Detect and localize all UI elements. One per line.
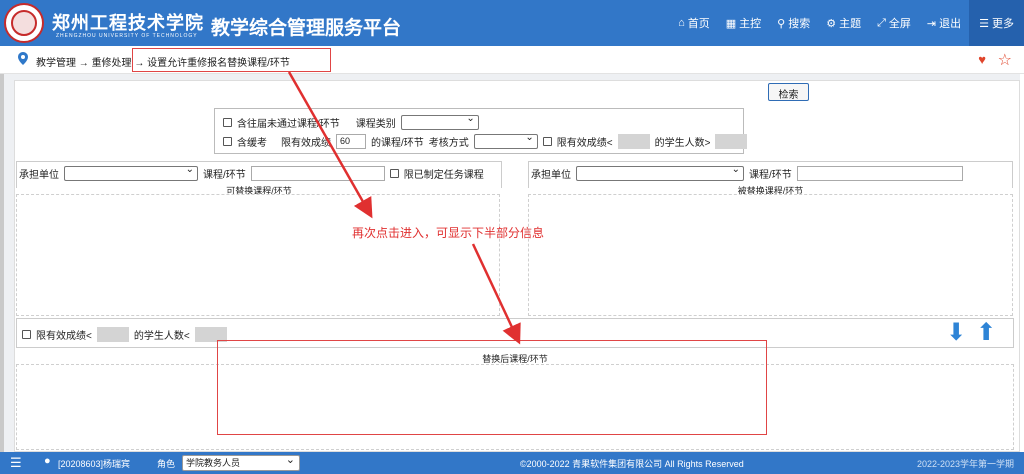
nav-logout[interactable]: ⇥ 退出	[919, 0, 969, 46]
include-deferred-label: 含缓考	[237, 138, 267, 149]
nav-search[interactable]: ⚲ 搜索	[769, 0, 818, 46]
role-label: 角色	[157, 459, 176, 469]
windows-icon: ▦	[725, 17, 737, 30]
task-course-label: 限已制定任务课程	[403, 170, 484, 181]
exam-method-select[interactable]	[473, 132, 538, 149]
left-dept-label: 承担单位	[19, 170, 59, 181]
task-course-checkbox[interactable]	[389, 169, 399, 178]
star-icon[interactable]: ☆	[998, 50, 1012, 70]
student-count-input[interactable]	[715, 134, 748, 149]
middle-student-count-label: 的学生人数<	[133, 331, 190, 342]
course-category-label: 课程类别	[355, 119, 396, 130]
right-course-label: 课程/环节	[749, 170, 792, 181]
valid-score-lt-checkbox[interactable]	[542, 137, 552, 146]
nav-console[interactable]: ▦ 主控	[718, 0, 769, 46]
right-dept-label: 承担单位	[531, 170, 571, 181]
filter-box: 含往届未通过课程/环节 课程类别 含缓考 限有效成绩 60 的课程/环节 考核方…	[214, 108, 748, 154]
breadcrumb-item[interactable]: 教学管理	[36, 58, 76, 69]
breadcrumb-highlight	[132, 48, 331, 72]
arrow-down-icon[interactable]: ⬇	[946, 321, 966, 345]
middle-valid-score-checkbox[interactable]	[22, 330, 31, 339]
heart-icon[interactable]: ♥	[978, 52, 986, 67]
nav-home[interactable]: ⌂ 首页	[670, 0, 718, 46]
list-icon[interactable]: ☰	[10, 455, 22, 471]
arrow-up-icon[interactable]: ⬆	[976, 321, 996, 345]
menu-icon: ☰	[979, 17, 989, 30]
search-icon: ⚲	[777, 17, 786, 30]
replaceable-course-list[interactable]	[16, 194, 500, 316]
footer: ☰ ● [20208603]杨瑞宾 角色 学院教务人员 ©2000-2022 青…	[0, 452, 1024, 474]
course-category-select[interactable]	[400, 113, 479, 130]
nav-more[interactable]: ☰ 更多	[969, 0, 1024, 46]
search-button[interactable]: 检索	[768, 83, 809, 101]
include-past-failed-label: 含往届未通过课程/环节	[237, 119, 340, 130]
role-select[interactable]: 学院教务人员	[182, 453, 300, 471]
copyright: ©2000-2022 青果软件集团有限公司 All Rights Reserve…	[520, 459, 744, 469]
include-past-failed-checkbox[interactable]	[223, 118, 232, 127]
user-icon: ●	[44, 455, 51, 467]
top-nav: ⌂ 首页 ▦ 主控 ⚲ 搜索 ⚙ 主题 ⤢ 全屏 ⇥ 退出 ☰ 更多	[670, 0, 1024, 46]
left-course-input[interactable]	[250, 166, 385, 181]
exam-method-label: 考核方式	[428, 138, 469, 149]
middle-valid-score-input[interactable]	[96, 327, 129, 342]
breadcrumb-item[interactable]: 重修处理	[92, 58, 132, 69]
include-deferred-checkbox[interactable]	[223, 137, 232, 146]
nav-theme[interactable]: ⚙ 主题	[818, 0, 869, 46]
fullscreen-icon: ⤢	[877, 16, 886, 29]
logout-icon: ⇥	[926, 17, 937, 30]
annotation-text: 再次点击进入，可显示下半部分信息	[352, 226, 545, 240]
term: 2022-2023学年第一学期	[916, 459, 1014, 469]
valid-score-limit-label: 限有效成绩	[281, 138, 331, 149]
location-pin-icon	[18, 52, 28, 65]
nav-fullscreen[interactable]: ⤢ 全屏	[869, 0, 919, 46]
right-course-input[interactable]	[796, 166, 963, 181]
platform-title: 教学综合管理服务平台	[211, 18, 402, 39]
replaced-course-list[interactable]	[528, 194, 1013, 316]
school-logo	[4, 3, 44, 43]
valid-score-lt-label: 限有效成绩<	[556, 138, 613, 149]
gears-icon: ⚙	[826, 17, 837, 30]
middle-valid-score-label: 限有效成绩<	[36, 331, 92, 342]
valid-score-lt-input[interactable]	[617, 134, 650, 149]
school-name-en: ZHENGZHOU UNIVERSITY OF TECHNOLOGY	[56, 33, 198, 39]
left-course-label: 课程/环节	[203, 170, 246, 181]
left-dept-select[interactable]	[64, 164, 198, 181]
user-info: [20208603]杨瑞宾	[58, 459, 131, 469]
course-suffix-label: 的课程/环节	[371, 138, 424, 149]
lower-panel-highlight	[217, 340, 767, 435]
top-header: 郑州工程技术学院 ZHENGZHOU UNIVERSITY OF TECHNOL…	[0, 0, 1024, 46]
right-dept-select[interactable]	[576, 164, 744, 181]
school-name: 郑州工程技术学院	[52, 13, 204, 34]
home-icon: ⌂	[678, 17, 685, 29]
valid-score-input[interactable]: 60	[336, 134, 366, 149]
student-count-label: 的学生人数>	[654, 138, 711, 149]
